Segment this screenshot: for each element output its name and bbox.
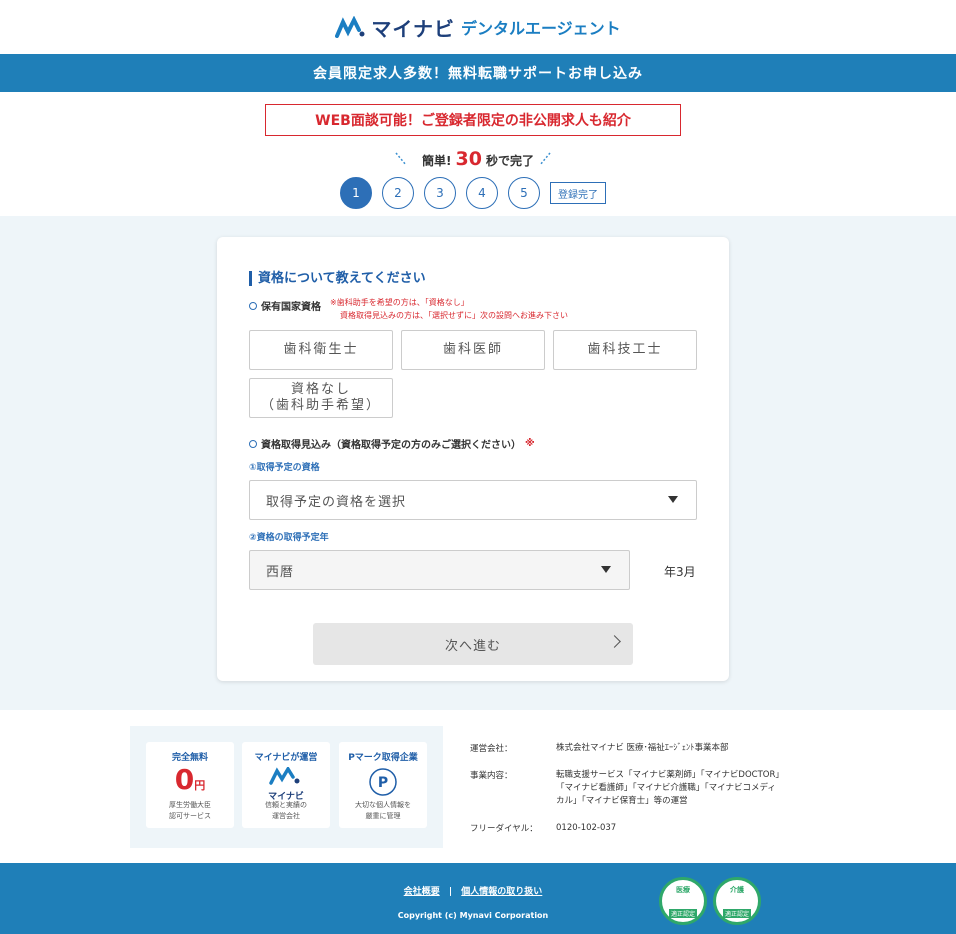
- yen: 円: [194, 779, 206, 792]
- top-banner: 会員限定求人多数！無料転職サポートお申し込み: [0, 54, 956, 92]
- mynavi-logo-icon: [269, 765, 300, 785]
- logo-sub: デンタルエージェント: [460, 19, 621, 38]
- chevron-right-icon: [608, 635, 621, 648]
- circle-icon: [249, 301, 257, 310]
- badge-free-desc1: 厚生労働大臣: [169, 801, 211, 809]
- phone-key: フリーダイヤル：: [470, 824, 538, 834]
- year-select-value: 西暦: [266, 564, 295, 580]
- q1-note-line1: ※歯科助手を希望の方は、「資格なし」: [330, 298, 469, 307]
- company-key: 運営会社：: [470, 744, 513, 754]
- badge-mynavi-desc2: 運営会社: [272, 812, 300, 820]
- badge-pmark: Pマーク取得企業 P 大切な個人情報を 厳重に管理: [339, 742, 427, 828]
- q1-text: 保有国家資格: [261, 302, 321, 313]
- badge-pmark-desc: 大切な個人情報を 厳重に管理: [339, 800, 427, 822]
- business-line3: カル」「マイナビ保育士」等の運営: [556, 796, 688, 806]
- next-button[interactable]: 次へ進む: [313, 623, 633, 665]
- badge-pmark-desc1: 大切な個人情報を: [355, 801, 411, 809]
- q1-label: 保有国家資格: [249, 298, 321, 313]
- option-dental-hygienist[interactable]: 歯科衛生士: [249, 330, 393, 370]
- footer-sep: |: [448, 887, 453, 897]
- feature-badges: 完全無料 0円 厚生労働大臣 認可サービス マイナビが運営 マイナビ 信頼と実績の…: [130, 726, 443, 848]
- option-dentist[interactable]: 歯科医師: [401, 330, 545, 370]
- easy-caption: 簡単! 30 秒で完了: [0, 150, 956, 169]
- seal-medical-bottom: 適正認定: [668, 908, 697, 918]
- phone-value: 0120-102-037: [556, 823, 617, 833]
- step-done: 登録完了: [550, 182, 606, 204]
- step-5: 5: [508, 177, 540, 209]
- license-select-value: 取得予定の資格を選択: [266, 494, 407, 510]
- option-no-license-line1: 資格なし: [290, 382, 351, 397]
- badge-mynavi: マイナビが運営 マイナビ 信頼と実績の 運営会社: [242, 742, 330, 828]
- caret-down-icon: [668, 496, 678, 503]
- form-card: 資格について教えてください 保有国家資格 ※歯科助手を希望の方は、「資格なし」 …: [217, 237, 729, 681]
- badge-pmark-desc2: 厳重に管理: [365, 812, 401, 820]
- mynavi-logo-icon: [335, 16, 365, 38]
- required-mark: ※: [525, 438, 535, 449]
- badge-free-desc: 厚生労働大臣 認可サービス: [146, 800, 234, 822]
- section-title: 資格について教えてください: [249, 271, 426, 286]
- seal-medical: 医療 適正認定: [659, 877, 707, 925]
- caret-down-icon: [601, 566, 611, 573]
- seal-medical-top: 医療: [676, 885, 690, 894]
- seal-care-bottom: 適正認定: [722, 908, 751, 918]
- copyright: Copyright (c) Mynavi Corporation: [397, 911, 549, 920]
- logo[interactable]: マイナビ デンタルエージェント: [335, 13, 621, 42]
- badge-free: 完全無料 0円 厚生労働大臣 認可サービス: [146, 742, 234, 828]
- q2-text: 資格取得見込み（資格取得予定の方のみご選択ください）: [261, 440, 521, 451]
- company-info-link[interactable]: 会社概要: [404, 887, 440, 897]
- step-2: 2: [382, 177, 414, 209]
- option-no-license[interactable]: 資格なし （歯科助手希望）: [249, 378, 393, 418]
- sub-label-2: ②資格の取得予定年: [249, 533, 329, 543]
- privacy-mark-icon: P: [369, 768, 397, 796]
- sub-label-1: ①取得予定の資格: [249, 463, 320, 473]
- option-dental-technician[interactable]: 歯科技工士: [553, 330, 697, 370]
- business-line2: 「マイナビ看護師」「マイナビ介護職」「マイナビコメディ: [556, 783, 776, 793]
- q2-label: 資格取得見込み（資格取得予定の方のみご選択ください） ※: [249, 436, 535, 451]
- seal-care-top: 介護: [730, 885, 744, 894]
- zero-num: 0: [174, 763, 195, 796]
- svg-text:P: P: [378, 775, 388, 791]
- privacy-link[interactable]: 個人情報の取り扱い: [461, 887, 542, 897]
- license-select[interactable]: 取得予定の資格を選択: [249, 480, 697, 520]
- business-key: 事業内容：: [470, 771, 513, 781]
- business-line1: 転職支援サービス「マイナビ薬剤師」「マイナビDOCTOR」: [556, 770, 784, 780]
- easy-num: 30: [455, 148, 482, 170]
- company-value: 株式会社マイナビ 医療･福祉ｴｰｼﾞｪﾝﾄ事業本部: [556, 743, 729, 753]
- year-select[interactable]: 西暦: [249, 550, 630, 590]
- easy-pre: 簡単!: [422, 154, 452, 168]
- badge-mynavi-title: マイナビが運営: [254, 753, 318, 763]
- easy-post: 秒で完了: [485, 154, 534, 168]
- footer-links: 会社概要 | 個人情報の取り扱い: [0, 884, 946, 897]
- step-4: 4: [466, 177, 498, 209]
- logo-brand: マイナビ: [371, 16, 455, 41]
- seal-care: 介護 適正認定: [713, 877, 761, 925]
- badge-mynavi-desc: 信頼と実績の 運営会社: [242, 800, 330, 822]
- step-indicator: 1 2 3 4 5 登録完了: [340, 177, 606, 209]
- business-value: 転職支援サービス「マイナビ薬剤師」「マイナビDOCTOR」 「マイナビ看護師」「…: [556, 769, 784, 808]
- badge-zero: 0円: [146, 765, 234, 801]
- header: マイナビ デンタルエージェント: [0, 0, 956, 54]
- badge-free-title: 完全無料: [171, 753, 208, 763]
- step-3: 3: [424, 177, 456, 209]
- year-suffix: 年3月: [664, 565, 696, 579]
- next-button-label: 次へ進む: [444, 638, 501, 654]
- circle-icon: [249, 439, 257, 448]
- footer-bar: 会社概要 | 個人情報の取り扱い Copyright (c) Mynavi Co…: [0, 863, 956, 934]
- option-no-license-line2: （歯科助手希望）: [260, 398, 381, 413]
- q1-note-line2: 資格取得見込みの方は、「選択せずに」次の設問へお進み下さい: [340, 311, 568, 320]
- step-1: 1: [340, 177, 372, 209]
- slash-right-icon: [539, 152, 551, 166]
- notice-box: WEB面談可能！ご登録者限定の非公開求人も紹介: [265, 104, 681, 136]
- badge-pmark-title: Pマーク取得企業: [348, 753, 418, 763]
- q1-note: ※歯科助手を希望の方は、「資格なし」 資格取得見込みの方は、「選択せずに」次の設…: [330, 296, 568, 322]
- badge-mynavi-desc1: 信頼と実績の: [265, 801, 307, 809]
- badge-free-desc2: 認可サービス: [169, 812, 211, 820]
- slash-left-icon: [395, 152, 407, 166]
